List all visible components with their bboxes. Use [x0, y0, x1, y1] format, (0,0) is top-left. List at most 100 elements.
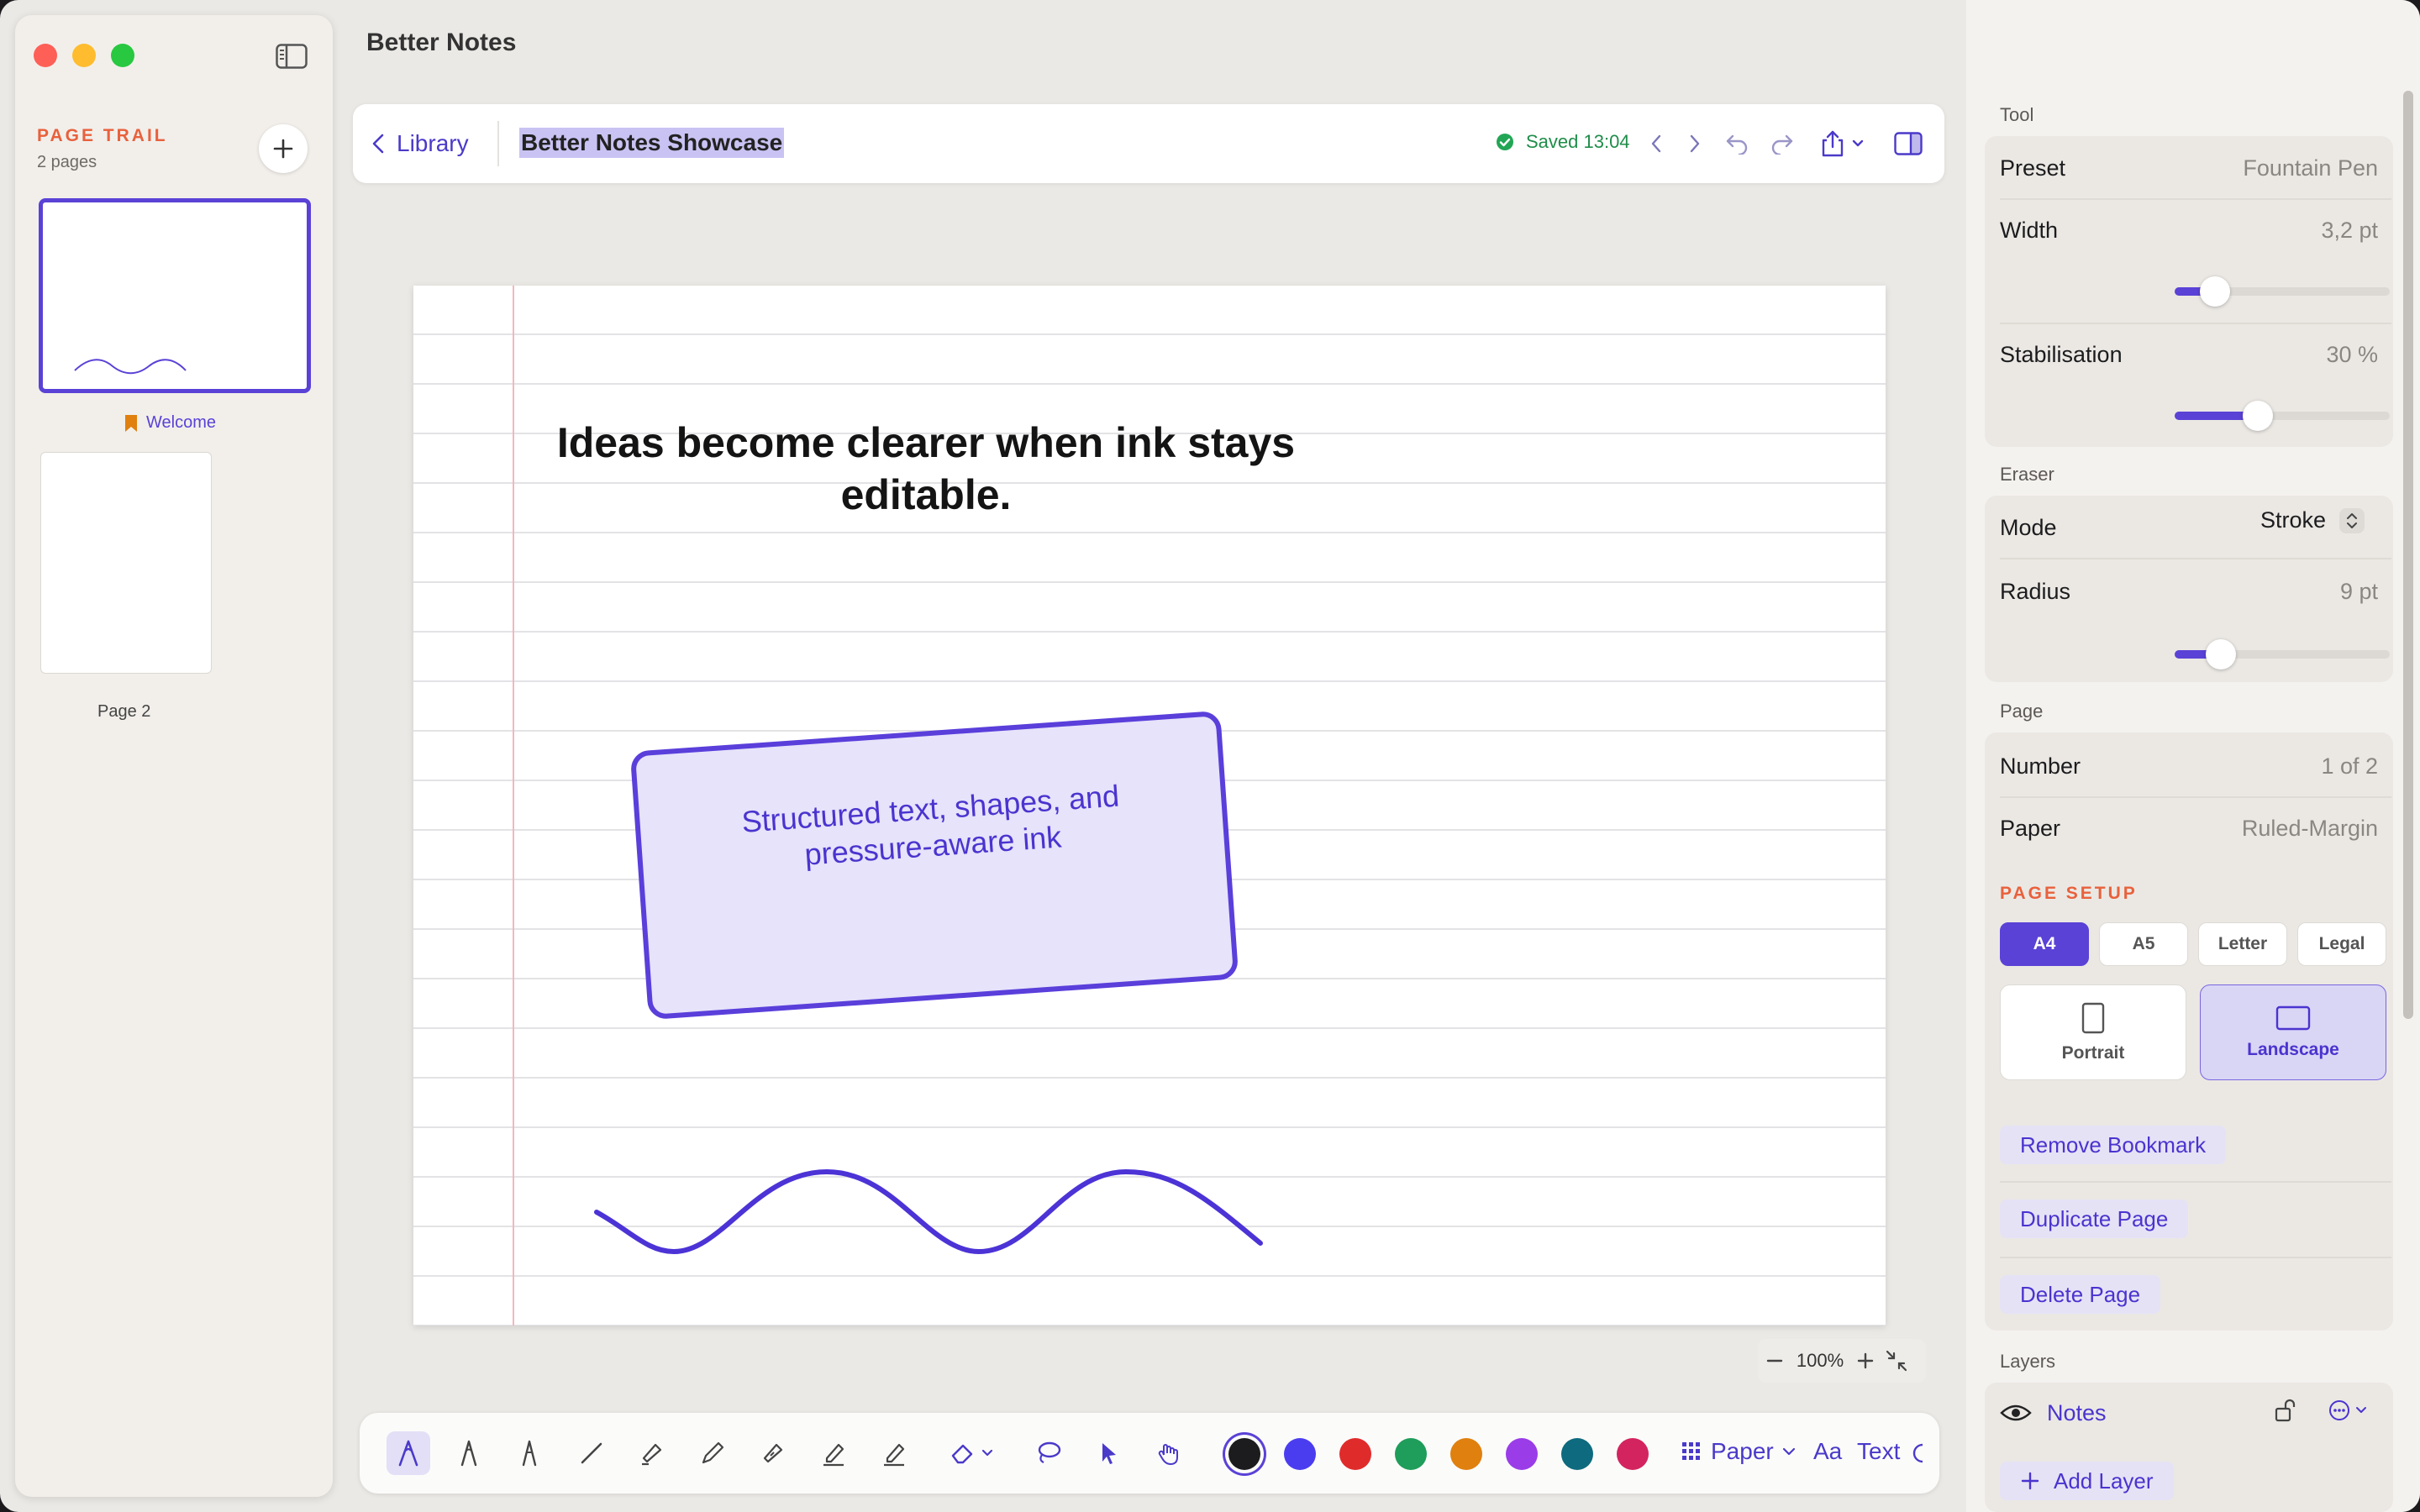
previous-page-button[interactable]	[1640, 128, 1672, 160]
window-close-button[interactable]	[34, 44, 57, 67]
window-zoom-button[interactable]	[111, 44, 134, 67]
row-divider	[2000, 323, 2391, 324]
slider-knob[interactable]	[2243, 401, 2273, 431]
color-swatch-red[interactable]	[1339, 1438, 1371, 1470]
delete-page-button[interactable]: Delete Page	[2000, 1275, 2161, 1314]
marker-tool[interactable]	[630, 1431, 674, 1475]
row-divider	[2000, 1181, 2391, 1183]
paper-label: Paper	[2000, 815, 2061, 841]
window-minimize-button[interactable]	[72, 44, 96, 67]
ballpoint-pen-tool[interactable]	[447, 1431, 491, 1475]
layers-section-label: Layers	[2000, 1351, 2056, 1372]
lasso-tool[interactable]	[1027, 1431, 1071, 1475]
paper-value: Ruled-Margin	[2241, 815, 2378, 841]
inspector-toggle-button[interactable]	[1892, 128, 1924, 160]
undo-button[interactable]	[1721, 128, 1753, 160]
layer-more-button[interactable]	[2328, 1398, 2375, 1429]
color-swatch-teal[interactable]	[1561, 1438, 1593, 1470]
color-swatch-purple[interactable]	[1506, 1438, 1538, 1470]
marker-icon	[642, 1443, 662, 1466]
size-a4-button[interactable]: A4	[2000, 922, 2089, 966]
row-divider	[2000, 558, 2391, 559]
brush-pen-tool[interactable]	[508, 1431, 551, 1475]
chevron-up-down-icon	[2339, 507, 2365, 533]
line-tool[interactable]	[570, 1431, 613, 1475]
slider-knob[interactable]	[2206, 639, 2236, 669]
font-button[interactable]: Aa	[1813, 1438, 1842, 1465]
rounded-rectangle-shape[interactable]: Structured text, shapes, and pressure-aw…	[629, 710, 1239, 1021]
next-page-button[interactable]	[1679, 128, 1711, 160]
sticker-tool[interactable]	[1911, 1431, 1936, 1475]
zoom-control: 100%	[1758, 1339, 1926, 1383]
stabilisation-slider[interactable]	[2175, 401, 2390, 431]
layer-name: Notes	[2047, 1399, 2107, 1425]
library-back-button[interactable]: Library	[371, 126, 469, 161]
color-swatch-black[interactable]	[1228, 1438, 1260, 1470]
preset-value: Fountain Pen	[2243, 155, 2378, 181]
add-page-button[interactable]	[259, 124, 308, 173]
text-tool-button[interactable]: Text	[1857, 1438, 1900, 1465]
page-thumbnail-1-label[interactable]: Welcome	[124, 413, 216, 433]
tool-section-label: Tool	[2000, 104, 2034, 125]
row-divider	[2000, 198, 2391, 200]
portrait-page-icon	[2081, 1002, 2105, 1034]
layer-row-notes[interactable]: Notes	[2000, 1394, 2386, 1431]
portrait-button[interactable]: Portrait	[2000, 984, 2186, 1080]
zoom-in-icon[interactable]	[1849, 1344, 1882, 1378]
eraser-icon	[951, 1444, 993, 1464]
page-thumbnail-1[interactable]	[39, 198, 311, 393]
duplicate-page-button[interactable]: Duplicate Page	[2000, 1200, 2189, 1238]
shape-text[interactable]: Structured text, shapes, and pressure-aw…	[728, 776, 1135, 878]
paper-menu-button[interactable]: Paper	[1681, 1438, 1796, 1465]
slider-knob[interactable]	[2200, 276, 2230, 307]
remove-bookmark-button[interactable]: Remove Bookmark	[2000, 1126, 2227, 1164]
app-window: PAGE TRAIL 2 pages Welcome Page 2 Better…	[0, 0, 2420, 1512]
size-letter-button[interactable]: Letter	[2198, 922, 2287, 966]
document-title-field[interactable]: Better Notes Showcase	[519, 128, 785, 158]
page-thumbnail-2[interactable]	[40, 452, 212, 674]
color-swatch-pink[interactable]	[1617, 1438, 1649, 1470]
fountain-pen-tool[interactable]	[387, 1431, 430, 1475]
thumbnail-wave-preview	[74, 359, 187, 375]
portrait-label: Portrait	[2061, 1043, 2125, 1063]
unlock-icon[interactable]	[2274, 1398, 2297, 1429]
redo-button[interactable]	[1766, 128, 1798, 160]
color-swatch-blue[interactable]	[1284, 1438, 1316, 1470]
add-layer-button[interactable]: Add Layer	[2000, 1462, 2174, 1500]
undo-icon	[1726, 134, 1748, 155]
calligraphy-tool[interactable]	[751, 1431, 795, 1475]
eraser-mode-select[interactable]: Stroke	[2260, 507, 2365, 533]
eraser-section-label: Eraser	[2000, 464, 2054, 485]
line-icon	[581, 1442, 602, 1464]
app-title: Better Notes	[366, 29, 517, 56]
inspector-scrollbar[interactable]	[2403, 91, 2413, 1019]
ink-wave-stroke[interactable]	[176, 1159, 1269, 1277]
landscape-button[interactable]: Landscape	[2200, 984, 2386, 1080]
pen-icon	[460, 1440, 477, 1467]
color-swatch-green[interactable]	[1395, 1438, 1427, 1470]
size-legal-button[interactable]: Legal	[2297, 922, 2386, 966]
paper-row[interactable]: Paper Ruled-Margin	[2000, 811, 2378, 845]
sidebar-toggle-icon[interactable]	[276, 44, 308, 69]
eye-icon[interactable]	[2000, 1403, 2032, 1423]
pencil-tool[interactable]	[691, 1431, 734, 1475]
row-divider	[2000, 796, 2391, 798]
redo-icon	[1771, 134, 1793, 155]
share-menu-button[interactable]	[1818, 128, 1872, 160]
eraser-tool-menu[interactable]	[944, 1431, 1005, 1475]
headline-text-box[interactable]: Ideas become clearer when ink stays edit…	[539, 417, 1313, 521]
radius-slider[interactable]	[2175, 639, 2390, 669]
size-a5-button[interactable]: A5	[2099, 922, 2188, 966]
width-slider[interactable]	[2175, 276, 2390, 307]
page-2-name[interactable]: Page 2	[97, 702, 150, 722]
add-layer-label: Add Layer	[2054, 1467, 2154, 1494]
color-swatch-orange[interactable]	[1450, 1438, 1482, 1470]
landscape-label: Landscape	[2247, 1040, 2339, 1059]
highlighter-tool[interactable]	[812, 1431, 855, 1475]
soft-highlighter-tool[interactable]	[872, 1431, 916, 1475]
preset-row[interactable]: Preset Fountain Pen	[2000, 151, 2378, 185]
fit-page-icon[interactable]	[1882, 1347, 1911, 1375]
hand-tool[interactable]	[1148, 1431, 1192, 1475]
zoom-out-icon[interactable]	[1758, 1344, 1791, 1378]
select-tool[interactable]	[1087, 1431, 1131, 1475]
